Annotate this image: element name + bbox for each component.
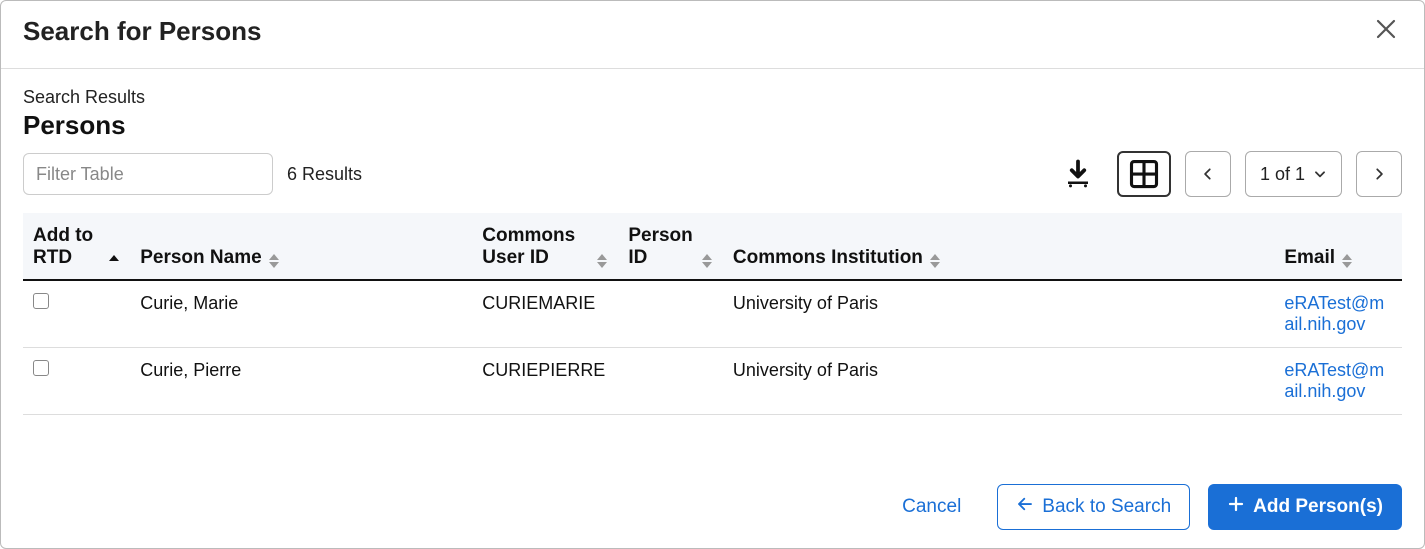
close-button[interactable] — [1370, 13, 1402, 50]
row-checkbox[interactable] — [33, 360, 49, 376]
results-count: 6 Results — [287, 164, 362, 185]
persons-table: Add to RTD Person Name — [23, 213, 1402, 415]
add-persons-label: Add Person(s) — [1253, 496, 1383, 518]
table-header-row: Add to RTD Person Name — [23, 213, 1402, 280]
plus-icon — [1227, 495, 1245, 519]
col-header-label: Commons Institution — [733, 247, 923, 269]
table-toolbar: 6 Results — [23, 151, 1402, 197]
col-header-label: Email — [1284, 247, 1335, 269]
persons-heading: Persons — [23, 110, 1402, 141]
col-header-label: Person ID — [628, 225, 695, 269]
cell-commons-user-id: CURIEPIERRE — [472, 348, 618, 415]
search-results-label: Search Results — [23, 87, 1402, 108]
cell-person-name: Curie, Marie — [130, 280, 472, 348]
cell-commons-institution: University of Paris — [723, 348, 1274, 415]
page-label: 1 of 1 — [1260, 164, 1305, 185]
cancel-button[interactable]: Cancel — [884, 486, 979, 528]
download-button[interactable] — [1053, 151, 1103, 197]
modal-title: Search for Persons — [23, 16, 261, 47]
col-header-label: Person Name — [140, 247, 261, 269]
sort-icon — [929, 253, 941, 269]
col-header-email[interactable]: Email — [1274, 213, 1402, 280]
grid-view-button[interactable] — [1117, 151, 1171, 197]
modal-footer: Cancel Back to Search Add Person(s) — [1, 469, 1424, 548]
filter-table-input[interactable] — [23, 153, 273, 195]
table-row: Curie, Marie CURIEMARIE University of Pa… — [23, 280, 1402, 348]
table-row: Curie, Pierre CURIEPIERRE University of … — [23, 348, 1402, 415]
page-select[interactable]: 1 of 1 — [1245, 151, 1342, 197]
sort-icon — [268, 253, 280, 269]
close-icon — [1374, 17, 1398, 41]
back-to-search-label: Back to Search — [1042, 496, 1171, 518]
col-header-label: Add to RTD — [33, 225, 102, 269]
toolbar-right: 1 of 1 — [1053, 151, 1402, 197]
arrow-left-icon — [1016, 495, 1034, 519]
email-link[interactable]: eRATest@mail.nih.gov — [1284, 360, 1384, 401]
next-page-button[interactable] — [1356, 151, 1402, 197]
col-header-commons-institution[interactable]: Commons Institution — [723, 213, 1274, 280]
chevron-left-icon — [1201, 167, 1215, 181]
cell-person-id — [618, 348, 723, 415]
cell-commons-user-id: CURIEMARIE — [472, 280, 618, 348]
email-link[interactable]: eRATest@mail.nih.gov — [1284, 293, 1384, 334]
sort-icon — [596, 253, 608, 269]
chevron-down-icon — [1313, 167, 1327, 181]
sort-icon — [701, 253, 713, 269]
add-persons-button[interactable]: Add Person(s) — [1208, 484, 1402, 530]
cell-person-name: Curie, Pierre — [130, 348, 472, 415]
persons-table-body: Curie, Marie CURIEMARIE University of Pa… — [23, 280, 1402, 415]
download-icon — [1063, 159, 1093, 189]
cell-commons-institution: University of Paris — [723, 280, 1274, 348]
sort-asc-icon — [108, 247, 120, 269]
sort-icon — [1341, 253, 1353, 269]
prev-page-button[interactable] — [1185, 151, 1231, 197]
col-header-label: Commons User ID — [482, 225, 590, 269]
back-to-search-button[interactable]: Back to Search — [997, 484, 1190, 530]
search-persons-modal: Search for Persons Search Results Person… — [0, 0, 1425, 549]
col-header-add-to-rtd[interactable]: Add to RTD — [23, 213, 130, 280]
modal-body[interactable]: Search Results Persons 6 Results — [1, 69, 1424, 469]
toolbar-left: 6 Results — [23, 153, 362, 195]
cell-person-id — [618, 280, 723, 348]
chevron-right-icon — [1372, 167, 1386, 181]
col-header-commons-user-id[interactable]: Commons User ID — [472, 213, 618, 280]
row-checkbox[interactable] — [33, 293, 49, 309]
grid-icon — [1129, 159, 1159, 189]
modal-header: Search for Persons — [1, 1, 1424, 69]
col-header-person-name[interactable]: Person Name — [130, 213, 472, 280]
col-header-person-id[interactable]: Person ID — [618, 213, 723, 280]
